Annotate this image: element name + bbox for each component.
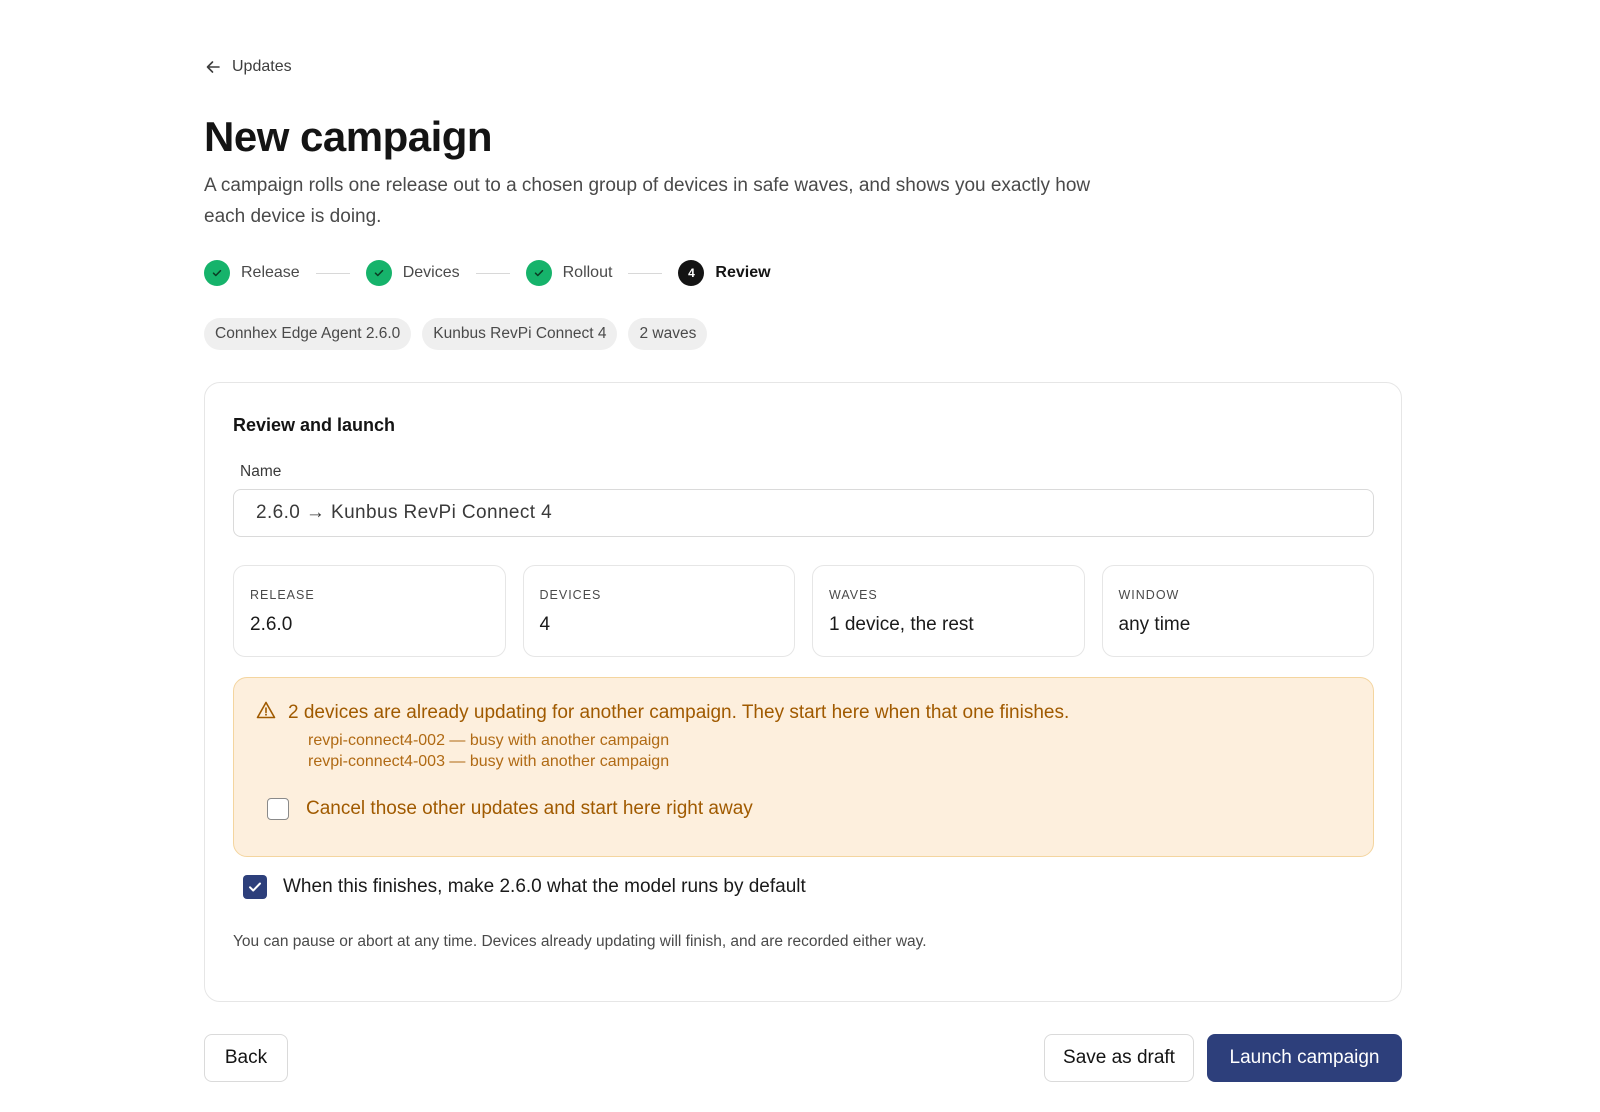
step-review: 4 Review	[678, 260, 771, 286]
review-card: Review and launch Name RELEASE 2.6.0 DEV…	[204, 382, 1402, 1002]
summary-label: WAVES	[829, 588, 878, 602]
page-subtitle: A campaign rolls one release out to a ch…	[204, 175, 1091, 227]
step-rollout[interactable]: Rollout	[525, 260, 613, 286]
summary-waves: WAVES 1 device, the rest	[812, 565, 1085, 657]
step-label: Review	[715, 264, 771, 281]
busy-device-list: revpi-connect4-002 — busy with another c…	[308, 730, 669, 772]
summary-devices: DEVICES 4	[522, 565, 795, 657]
summary-grid: RELEASE 2.6.0 DEVICES 4 WAVES 1 device, …	[233, 565, 1374, 657]
save-draft-button[interactable]: Save as draft	[1044, 1034, 1194, 1082]
campaign-summary-chips: Connhex Edge Agent 2.6.0 Kunbus RevPi Co…	[204, 318, 708, 350]
waves-chip: 2 waves	[628, 318, 708, 350]
step-label: Devices	[402, 264, 460, 281]
release-chip: Connhex Edge Agent 2.6.0	[204, 318, 412, 350]
abort-footnote: You can pause or abort at any time. Devi…	[233, 933, 927, 950]
step-release[interactable]: Release	[204, 260, 300, 286]
back-button[interactable]: Back	[204, 1034, 288, 1082]
cancel-other-updates-checkbox[interactable]	[267, 798, 289, 820]
summary-release: RELEASE 2.6.0	[233, 565, 506, 657]
name-field-label: Name	[240, 463, 282, 480]
warning-triangle-icon	[256, 701, 276, 725]
device-model-chip: Kunbus RevPi Connect 4	[422, 318, 618, 350]
wizard-stepper: Release Devices Rollout 4 Review	[204, 259, 771, 287]
summary-value: 4	[539, 614, 551, 635]
summary-label: RELEASE	[250, 588, 315, 602]
review-card-title: Review and launch	[233, 415, 396, 435]
summary-window: WINDOW any time	[1101, 565, 1374, 657]
launch-campaign-button[interactable]: Launch campaign	[1207, 1034, 1402, 1082]
check-icon	[365, 260, 392, 286]
cancel-other-updates-label: Cancel those other updates and start her…	[306, 798, 753, 819]
step-connector	[315, 272, 350, 274]
arrow-left-icon	[204, 58, 222, 76]
step-label: Release	[241, 264, 300, 281]
warning-header: 2 devices are already updating for anoth…	[256, 701, 1069, 725]
checkmark-icon	[249, 882, 261, 892]
check-icon	[204, 260, 230, 286]
back-link-label: Updates	[232, 58, 292, 75]
conflict-warning: 2 devices are already updating for anoth…	[233, 677, 1374, 857]
step-devices[interactable]: Devices	[365, 260, 460, 286]
make-default-option[interactable]: When this finishes, make 2.6.0 what the …	[243, 875, 806, 899]
busy-device-item: revpi-connect4-002 — busy with another c…	[308, 732, 670, 749]
summary-label: DEVICES	[539, 588, 602, 602]
back-to-updates-link[interactable]: Updates	[204, 58, 292, 76]
summary-value: 2.6.0	[250, 614, 293, 635]
check-icon	[525, 260, 552, 286]
page-title: New campaign	[204, 113, 493, 160]
summary-label: WINDOW	[1118, 588, 1180, 602]
step-number: 4	[678, 260, 705, 286]
summary-value: 1 device, the rest	[829, 614, 974, 635]
make-default-checkbox[interactable]	[243, 875, 267, 899]
summary-value: any time	[1118, 614, 1191, 635]
cancel-other-updates-option[interactable]: Cancel those other updates and start her…	[267, 798, 753, 820]
busy-device-item: revpi-connect4-003 — busy with another c…	[308, 753, 670, 770]
warning-message: 2 devices are already updating for anoth…	[288, 702, 1070, 723]
campaign-name-input[interactable]	[233, 489, 1374, 537]
step-label: Rollout	[562, 264, 613, 281]
step-connector	[628, 272, 663, 274]
make-default-label: When this finishes, make 2.6.0 what the …	[283, 876, 806, 897]
step-connector	[475, 272, 510, 274]
